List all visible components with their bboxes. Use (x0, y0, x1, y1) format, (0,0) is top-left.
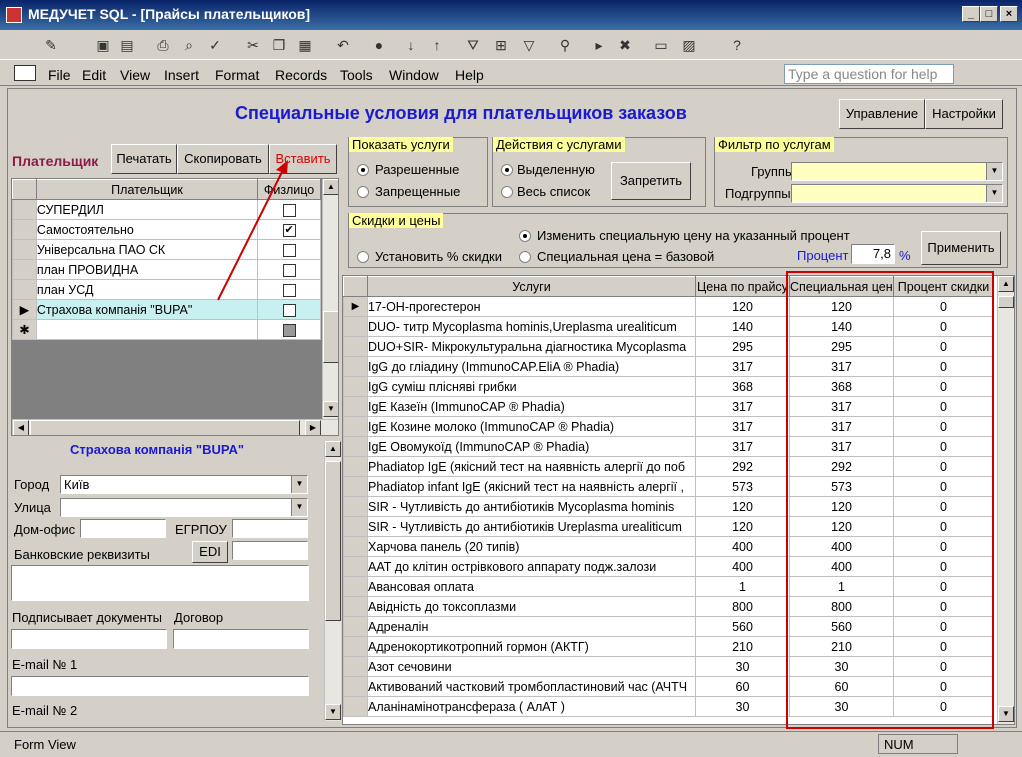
status-view: Form View (14, 737, 76, 752)
status-bar: Form View NUM (0, 731, 1022, 757)
arrow-annotation (217, 160, 288, 301)
num-indicator: NUM (884, 737, 914, 752)
